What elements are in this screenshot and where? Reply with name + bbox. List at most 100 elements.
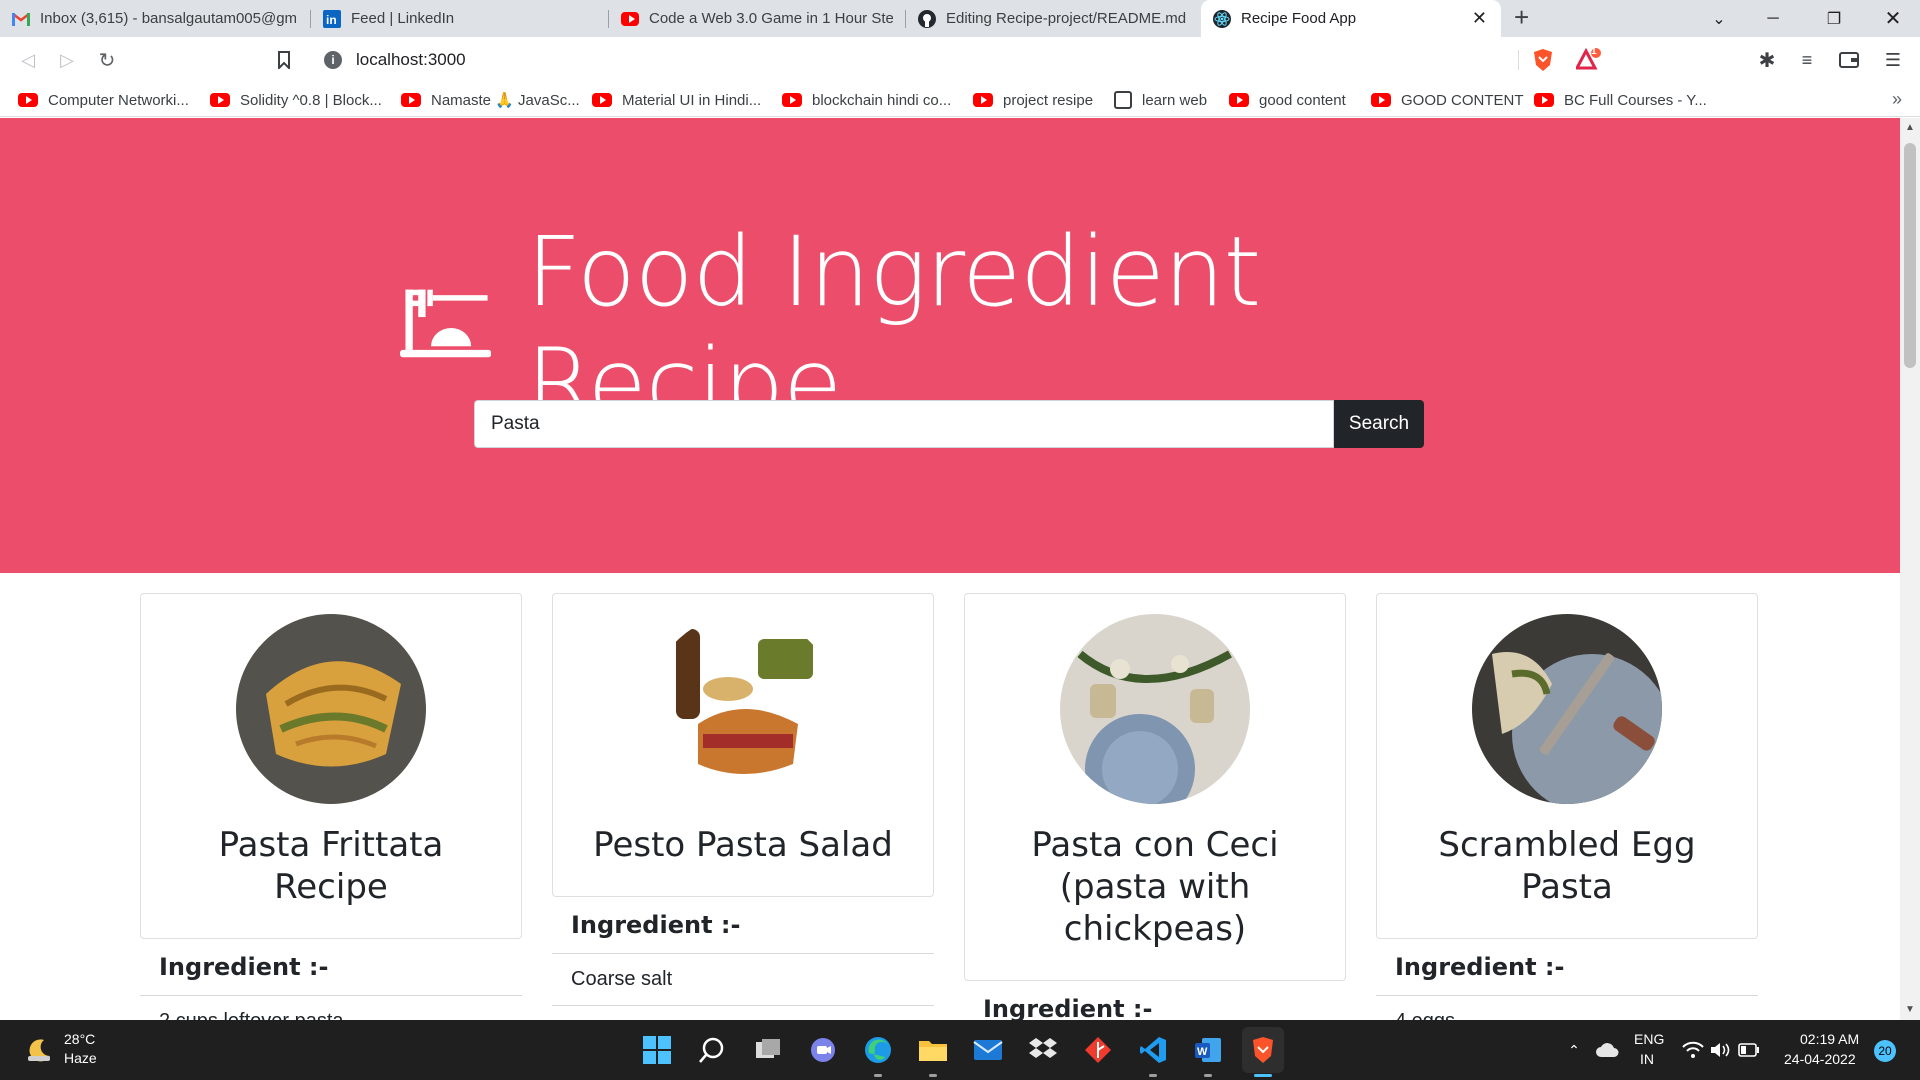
- weather-temp: 28°C: [64, 1031, 96, 1047]
- recipe-card-header[interactable]: Pasta Frittata Recipe: [140, 593, 522, 939]
- back-button[interactable]: ◁: [14, 46, 42, 74]
- bookmark-item[interactable]: project resipe: [973, 90, 1093, 110]
- search-form: Search: [474, 400, 1424, 448]
- new-tab-button[interactable]: +: [1514, 2, 1529, 33]
- brave-browser-icon[interactable]: [1242, 1027, 1284, 1073]
- language-region[interactable]: IN: [1640, 1051, 1654, 1067]
- recipe-card-header[interactable]: Pesto Pasta Salad: [552, 593, 934, 897]
- youtube-icon: [782, 93, 802, 107]
- hero-heading: Food Ingredient Recipe: [400, 216, 1510, 440]
- food-tray-icon: [400, 289, 492, 358]
- recipe-title: Pesto Pasta Salad: [593, 825, 893, 865]
- ingredient-item: 2 cups leftover pasta: [140, 996, 522, 1020]
- scroll-up-arrow-icon[interactable]: ▲: [1905, 122, 1915, 133]
- address-bar[interactable]: i localhost:3000: [310, 43, 1532, 77]
- browser-toolbar: ◁ ▷ ↻ i localhost:3000 1 ✱ ≡ ☰: [0, 37, 1920, 83]
- search-icon[interactable]: [694, 1032, 730, 1068]
- brave-rewards-icon[interactable]: 1: [1576, 46, 1602, 73]
- windows-taskbar: 28°C Haze W ⌃ ENG IN 02:19 AM 24-04-2022…: [0, 1020, 1920, 1080]
- bookmark-item[interactable]: BC Full Courses - Y...: [1534, 90, 1707, 110]
- bookmark-folder[interactable]: learn web: [1114, 90, 1207, 110]
- recipe-card: Pasta con Ceci (pasta with chickpeas) In…: [964, 593, 1346, 1020]
- forward-button[interactable]: ▷: [53, 46, 81, 74]
- volume-icon[interactable]: [1708, 1032, 1734, 1068]
- dropbox-icon[interactable]: [1025, 1032, 1061, 1068]
- close-tab-icon[interactable]: ✕: [1472, 8, 1487, 29]
- recipe-image: [1060, 614, 1250, 804]
- youtube-icon: [18, 93, 38, 107]
- reload-button[interactable]: ↻: [93, 46, 121, 74]
- github-icon: [918, 9, 936, 28]
- task-view-icon[interactable]: [750, 1032, 786, 1068]
- recipe-title: Pasta Frittata Recipe: [218, 825, 444, 907]
- bookmark-item[interactable]: GOOD CONTENT: [1371, 90, 1524, 110]
- youtube-icon: [401, 93, 421, 107]
- site-info-icon[interactable]: i: [324, 51, 342, 69]
- ingredient-heading: Ingredient :-: [964, 981, 1346, 1020]
- tab-youtube[interactable]: Code a Web 3.0 Game in 1 Hour Step-: [609, 0, 905, 37]
- bookmark-item[interactable]: Solidity ^0.8 | Block...: [210, 90, 382, 110]
- search-button[interactable]: Search: [1334, 400, 1424, 448]
- recipe-card-header[interactable]: Pasta con Ceci (pasta with chickpeas): [964, 593, 1346, 981]
- scroll-down-arrow-icon[interactable]: ▼: [1905, 1004, 1915, 1015]
- folder-icon: [1114, 91, 1132, 109]
- more-bookmarks-icon[interactable]: »: [1892, 89, 1902, 110]
- onedrive-cloud-icon[interactable]: [1592, 1032, 1622, 1068]
- bookmark-item[interactable]: Computer Networki...: [18, 90, 189, 110]
- media-playlist-icon[interactable]: ≡: [1794, 47, 1820, 73]
- restore-button[interactable]: ❐: [1807, 0, 1861, 37]
- ingredient-item: 4 eggs: [1376, 996, 1758, 1020]
- close-window-button[interactable]: ✕: [1866, 0, 1920, 37]
- file-explorer-icon[interactable]: [915, 1032, 951, 1068]
- tab-linkedin[interactable]: in Feed | LinkedIn: [311, 0, 608, 37]
- recipe-card: Pasta Frittata Recipe Ingredient :- 2 cu…: [140, 593, 522, 1020]
- bookmarks-bar: Computer Networki... Solidity ^0.8 | Blo…: [0, 83, 1920, 117]
- tab-search-chevron-icon[interactable]: ⌄: [1692, 0, 1746, 37]
- gmail-icon: [12, 10, 30, 28]
- recipe-image: [1472, 614, 1662, 804]
- weather-condition: Haze: [64, 1050, 97, 1066]
- show-hidden-icons-chevron[interactable]: ⌃: [1562, 1032, 1586, 1068]
- clock-date[interactable]: 24-04-2022: [1784, 1051, 1856, 1067]
- bookmark-item[interactable]: Namaste 🙏 JavaSc...: [401, 90, 580, 110]
- teams-chat-icon[interactable]: [805, 1032, 841, 1068]
- minimize-button[interactable]: ─: [1746, 0, 1800, 37]
- wifi-icon[interactable]: [1680, 1032, 1706, 1068]
- bookmark-item[interactable]: blockchain hindi co...: [782, 90, 951, 110]
- battery-icon[interactable]: [1736, 1032, 1762, 1068]
- tab-gmail[interactable]: Inbox (3,615) - bansalgautam005@gm: [0, 0, 310, 37]
- word-icon[interactable]: W: [1190, 1032, 1226, 1068]
- mail-icon[interactable]: [970, 1032, 1006, 1068]
- clock-time[interactable]: 02:19 AM: [1800, 1031, 1859, 1047]
- recipe-card-header[interactable]: Scrambled Egg Pasta: [1376, 593, 1758, 939]
- youtube-icon: [621, 10, 639, 28]
- bookmark-icon[interactable]: [270, 46, 298, 74]
- tab-recipe-food-app[interactable]: Recipe Food App ✕: [1201, 0, 1501, 37]
- wallet-icon[interactable]: [1836, 47, 1862, 73]
- language-code[interactable]: ENG: [1634, 1031, 1664, 1047]
- scrollbar-thumb[interactable]: [1904, 143, 1916, 368]
- bookmark-item[interactable]: good content: [1229, 90, 1346, 110]
- extensions-icon[interactable]: ✱: [1754, 47, 1780, 73]
- address-url: localhost:3000: [356, 50, 466, 69]
- search-input[interactable]: [474, 400, 1334, 448]
- git-app-icon[interactable]: [1080, 1032, 1116, 1068]
- tab-strip: Inbox (3,615) - bansalgautam005@gm in Fe…: [0, 0, 1920, 37]
- recipe-image: [236, 614, 426, 804]
- bookmark-item[interactable]: Material UI in Hindi...: [592, 90, 761, 110]
- ingredient-heading: Ingredient :-: [1376, 939, 1758, 996]
- youtube-icon: [1534, 93, 1554, 107]
- page-viewport: Food Ingredient Recipe Search Pasta Frit…: [0, 118, 1900, 1020]
- weather-moon-icon[interactable]: [22, 1032, 58, 1068]
- notification-count-badge[interactable]: 20: [1874, 1040, 1896, 1062]
- recipe-image: [648, 614, 838, 804]
- brave-shields-icon[interactable]: [1530, 47, 1556, 73]
- youtube-icon: [973, 93, 993, 107]
- menu-icon[interactable]: ☰: [1880, 47, 1906, 73]
- youtube-icon: [592, 93, 612, 107]
- windows-start-icon[interactable]: [639, 1032, 675, 1068]
- vscode-icon[interactable]: [1135, 1032, 1171, 1068]
- tab-github[interactable]: Editing Recipe-project/README.md at: [906, 0, 1200, 37]
- edge-browser-icon[interactable]: [860, 1032, 896, 1068]
- page-scrollbar[interactable]: ▲ ▼: [1900, 118, 1920, 1020]
